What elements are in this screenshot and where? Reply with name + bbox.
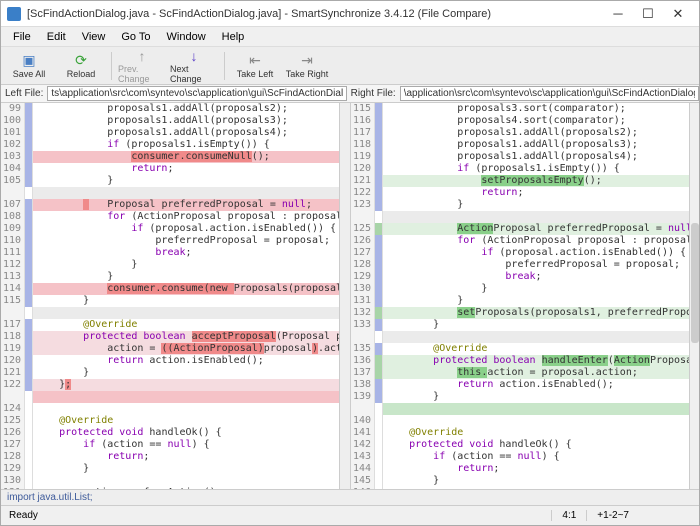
right-file-label: Right File: (347, 88, 400, 99)
toolbar: ▣ Save All ⟳ Reload ↑ Prev. Change ↓ Nex… (1, 47, 699, 85)
window-title: [ScFindActionDialog.java - ScFindActionD… (27, 8, 603, 20)
scrollbar-thumb[interactable] (691, 223, 699, 343)
maximize-button[interactable]: ☐ (633, 4, 663, 24)
menu-file[interactable]: File (5, 29, 39, 45)
toolbar-separator (111, 52, 112, 80)
statusbar: Ready 4:1 +1-2~7 (1, 505, 699, 525)
save-all-label: Save All (13, 69, 46, 79)
close-button[interactable]: ✕ (663, 4, 693, 24)
minimize-button[interactable]: ─ (603, 4, 633, 24)
next-change-label: Next Change (170, 64, 218, 84)
take-left-button[interactable]: ⇤ Take Left (231, 49, 279, 83)
status-diff-count: +1-2~7 (586, 510, 639, 521)
menu-go-to[interactable]: Go To (113, 29, 158, 45)
left-code-area[interactable]: proposals1.addAll(proposals2); proposals… (33, 103, 339, 489)
diff-panes: 9910010110210310410510710810911011111211… (1, 103, 699, 489)
left-file-path[interactable] (47, 86, 346, 101)
menu-edit[interactable]: Edit (39, 29, 74, 45)
next-change-button[interactable]: ↓ Next Change (170, 49, 218, 83)
status-position: 4:1 (551, 510, 586, 521)
take-right-icon: ⇥ (301, 53, 313, 69)
arrow-up-icon: ↑ (139, 48, 146, 64)
status-ready: Ready (1, 510, 551, 521)
app-icon (7, 7, 21, 21)
reload-button[interactable]: ⟳ Reload (57, 49, 105, 83)
vertical-scrollbar[interactable] (689, 103, 699, 489)
prev-change-label: Prev. Change (118, 64, 166, 84)
arrow-down-icon: ↓ (191, 48, 198, 64)
prev-change-button[interactable]: ↑ Prev. Change (118, 49, 166, 83)
right-diff-gutter (375, 103, 383, 489)
take-right-label: Take Right (286, 69, 329, 79)
bottom-info-text: import java.util.List; (1, 492, 99, 503)
right-code-area[interactable]: proposals3.sort(comparator); proposals4.… (383, 103, 689, 489)
right-line-numbers: 1151161171181191201211221231251261271281… (351, 103, 375, 489)
left-line-numbers: 9910010110210310410510710810911011111211… (1, 103, 25, 489)
diff-divider[interactable]: » (339, 103, 351, 489)
reload-icon: ⟳ (75, 53, 87, 69)
bottom-info-strip: import java.util.List; (1, 489, 699, 505)
save-all-button[interactable]: ▣ Save All (5, 49, 53, 83)
take-right-button[interactable]: ⇥ Take Right (283, 49, 331, 83)
titlebar: [ScFindActionDialog.java - ScFindActionD… (1, 1, 699, 27)
toolbar-separator (224, 52, 225, 80)
filebar: Left File: Right File: (1, 85, 699, 103)
menu-window[interactable]: Window (159, 29, 214, 45)
save-all-icon: ▣ (22, 53, 35, 69)
menu-help[interactable]: Help (214, 29, 253, 45)
reload-label: Reload (67, 69, 96, 79)
take-left-label: Take Left (237, 69, 274, 79)
menubar: FileEditViewGo ToWindowHelp (1, 27, 699, 47)
right-file-path[interactable] (400, 86, 699, 101)
left-diff-gutter (25, 103, 33, 489)
left-pane[interactable]: 9910010110210310410510710810911011111211… (1, 103, 339, 489)
take-left-icon: ⇤ (249, 53, 261, 69)
menu-view[interactable]: View (74, 29, 114, 45)
right-pane[interactable]: 1151161171181191201211221231251261271281… (351, 103, 689, 489)
left-file-label: Left File: (1, 88, 47, 99)
